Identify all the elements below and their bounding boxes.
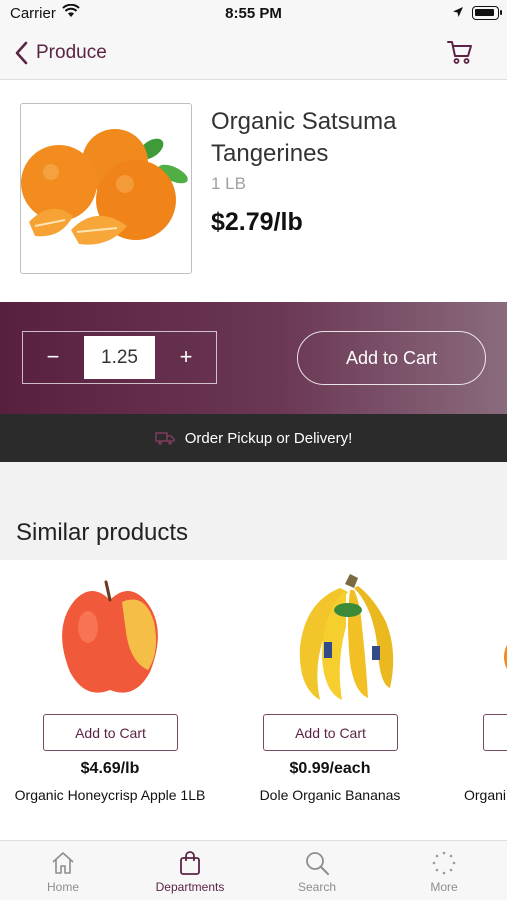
search-icon — [306, 852, 329, 875]
product-price: $0.99/each — [289, 760, 371, 777]
add-to-cart-button[interactable]: Add to Cart — [263, 714, 398, 751]
back-label: Produce — [36, 42, 107, 63]
tab-departments[interactable]: Departments — [127, 841, 253, 900]
product-name: Organi — [464, 787, 507, 803]
product-price: $2.79/lb — [211, 208, 303, 236]
bag-icon — [180, 851, 200, 875]
product-name: Dole Organic Bananas — [259, 787, 401, 803]
nav-bar: Produce — [0, 28, 507, 80]
similar-products-heading: Similar products — [16, 519, 189, 546]
product-card[interactable]: Add to Cart $4.69/lb Organic Honeycrisp … — [10, 560, 210, 840]
product-size: 1 LB — [211, 174, 246, 193]
product-details: Organic Satsuma Tangerines 1 LB $2.79/lb — [0, 80, 507, 302]
tab-more[interactable]: More — [381, 841, 507, 900]
product-card[interactable]: Add to Cart $0.99/each Dole Organic Bana… — [230, 560, 430, 840]
chevron-left-icon — [15, 41, 28, 65]
cart-icon[interactable] — [447, 39, 473, 65]
add-to-cart-button[interactable] — [483, 714, 507, 751]
location-arrow-icon — [453, 7, 463, 17]
pickup-delivery-banner[interactable]: Order Pickup or Delivery! — [0, 414, 507, 462]
product-name: Organic Satsuma Tangerines — [211, 108, 397, 167]
add-to-cart-button[interactable]: Add to Cart — [297, 331, 486, 385]
similar-products-carousel[interactable]: Add to Cart $4.69/lb Organic Honeycrisp … — [0, 560, 507, 840]
apple-image — [62, 580, 158, 693]
pickup-text: Order Pickup or Delivery! — [184, 429, 353, 447]
back-button[interactable]: Produce — [14, 38, 107, 68]
increase-quantity-button[interactable]: + — [156, 332, 216, 382]
product-card[interactable]: Organi — [450, 560, 507, 840]
delivery-truck-icon — [154, 432, 175, 445]
tab-home[interactable]: Home — [0, 841, 126, 900]
tab-label: Search — [297, 880, 337, 894]
tab-bar: Home Departments Search More — [0, 840, 507, 900]
battery-icon — [472, 6, 502, 20]
more-icon — [432, 851, 456, 875]
home-icon — [52, 852, 74, 874]
quantity-input[interactable]: 1.25 — [84, 336, 155, 379]
purchase-bar: − 1.25 + Add to Cart — [0, 302, 507, 414]
product-name: Organic Honeycrisp Apple 1LB — [14, 787, 206, 803]
decrease-quantity-button[interactable]: − — [23, 332, 83, 382]
tab-label: More — [430, 880, 458, 894]
add-to-cart-button[interactable]: Add to Cart — [43, 714, 178, 751]
orange-image — [504, 644, 507, 670]
quantity-stepper: − 1.25 + — [22, 331, 217, 384]
product-price: $4.69/lb — [80, 760, 140, 777]
tab-label: Home — [46, 880, 79, 894]
bananas-image — [299, 574, 394, 700]
clock: 8:55 PM — [225, 5, 282, 22]
tab-search[interactable]: Search — [254, 841, 380, 900]
product-image — [20, 103, 192, 274]
tab-label: Departments — [155, 880, 225, 894]
status-bar: Carrier 8:55 PM — [0, 0, 507, 28]
